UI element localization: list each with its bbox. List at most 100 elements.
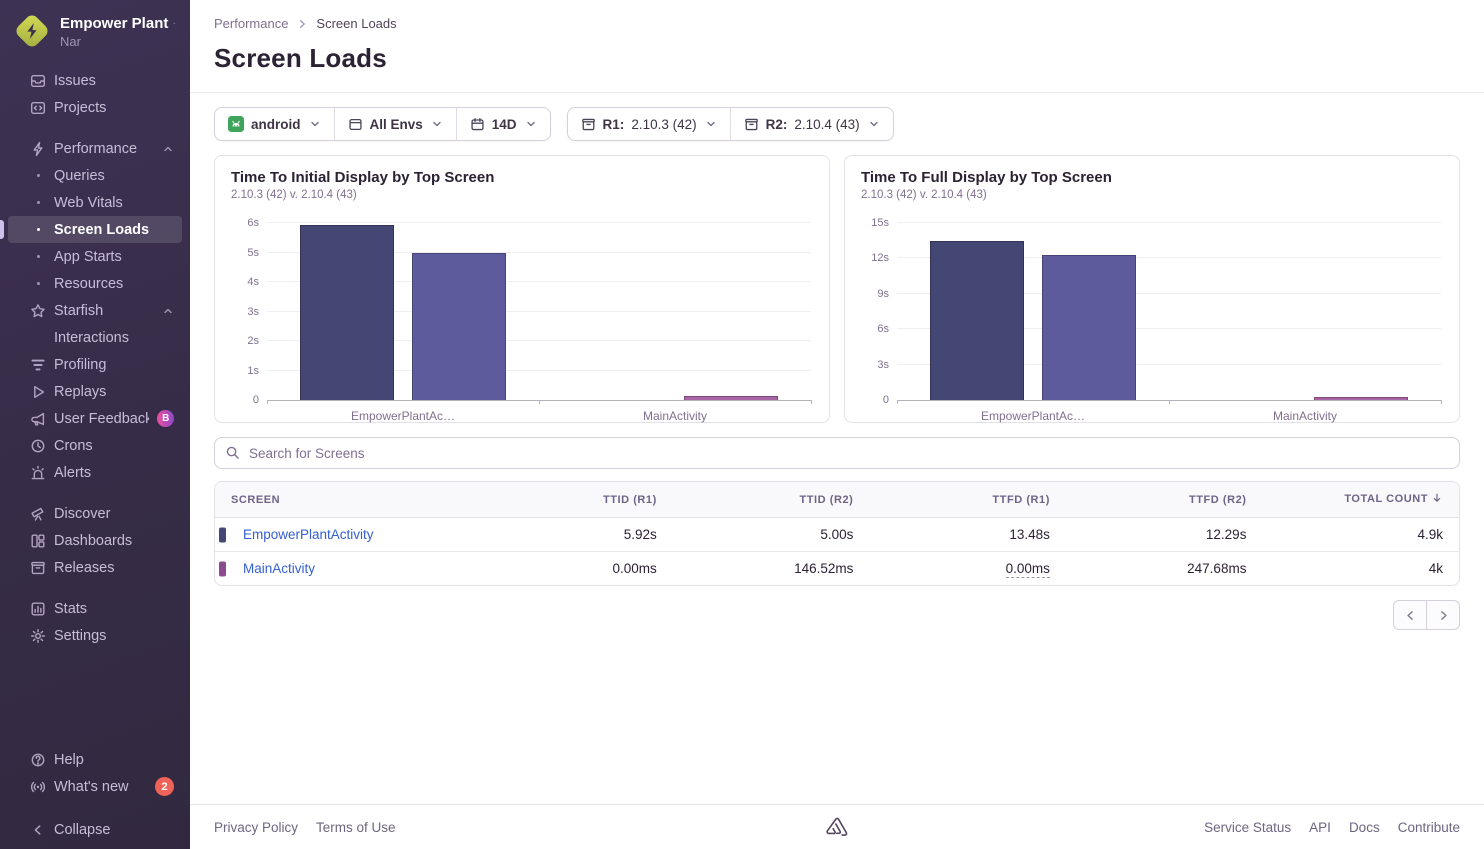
column-header-ttid-r2[interactable]: TTID (R2) — [673, 482, 870, 518]
table-row: EmpowerPlantActivity5.92s5.00s13.48s12.2… — [215, 518, 1459, 552]
sidebar-item-performance[interactable]: Performance — [8, 135, 182, 162]
sidebar-item-interactions[interactable]: Interactions — [8, 324, 182, 351]
screen-cell: EmpowerPlantActivity — [215, 518, 476, 552]
x-axis-tick — [811, 400, 812, 404]
x-axis-tick — [1441, 400, 1442, 404]
calendar-icon — [470, 117, 485, 132]
help-icon — [30, 752, 46, 768]
date-range-filter[interactable]: 14D — [456, 108, 550, 140]
sidebar-item-resources[interactable]: Resources — [8, 270, 182, 297]
dot — [37, 174, 40, 177]
footer-link-terms-of-use[interactable]: Terms of Use — [316, 820, 396, 835]
environment-filter[interactable]: All Envs — [334, 108, 456, 140]
sidebar-item-label: Profiling — [54, 357, 174, 373]
sidebar-item-settings[interactable]: Settings — [8, 622, 182, 649]
org-switcher[interactable]: Empower Plant Nar — [0, 0, 190, 57]
sidebar-item-label: Dashboards — [54, 533, 174, 549]
sidebar-item-stats[interactable]: Stats — [8, 595, 182, 622]
ttid-chart-plot: 01s2s3s4s5s6sEmpowerPlantAc…MainActivity — [267, 223, 811, 401]
breadcrumb-performance[interactable]: Performance — [214, 16, 288, 31]
footer-link-api[interactable]: API — [1309, 820, 1331, 835]
column-header-ttfd-r2[interactable]: TTFD (R2) — [1066, 482, 1263, 518]
sidebar-item-projects[interactable]: Projects — [8, 94, 182, 121]
sidebar-item-alerts[interactable]: Alerts — [8, 459, 182, 486]
pagination — [214, 600, 1460, 630]
x-axis-category-label: EmpowerPlantAc… — [351, 409, 455, 423]
sidebar-item-help[interactable]: Help — [8, 746, 182, 773]
column-header-total-count[interactable]: Total Count — [1262, 482, 1459, 518]
sidebar-item-profiling[interactable]: Profiling — [8, 351, 182, 378]
sidebar-item-releases[interactable]: Releases — [8, 554, 182, 581]
chevron-down-icon — [868, 118, 880, 130]
sidebar-item-web-vitals[interactable]: Web Vitals — [8, 189, 182, 216]
y-axis-tick-label: 3s — [229, 306, 259, 318]
bar-empowerplantac-r1[interactable] — [930, 241, 1024, 400]
footer-link-contribute[interactable]: Contribute — [1398, 820, 1460, 835]
screens-table-card: ScreenTTID (R1)TTID (R2)TTFD (R1)TTFD (R… — [214, 481, 1460, 586]
ttfd-chart-card: Time To Full Display by Top Screen 2.10.… — [844, 155, 1460, 423]
whats-new-count-badge: 2 — [155, 777, 174, 796]
release-secondary-filter[interactable]: R2: 2.10.4 (43) — [730, 108, 893, 140]
footer-link-privacy-policy[interactable]: Privacy Policy — [214, 820, 298, 835]
footer-link-service-status[interactable]: Service Status — [1204, 820, 1291, 835]
sidebar-item-queries[interactable]: Queries — [8, 162, 182, 189]
bar-empowerplantac-r2[interactable] — [412, 253, 506, 401]
bullet-dot — [30, 174, 46, 177]
sidebar-item-dashboards[interactable]: Dashboards — [8, 527, 182, 554]
sidebar-item-label: Settings — [54, 628, 174, 644]
release-primary-value: 2.10.3 (42) — [631, 117, 696, 132]
tooltip-value[interactable]: 0.00ms — [1006, 561, 1050, 578]
search-input[interactable] — [214, 437, 1460, 469]
pagination-next-button[interactable] — [1426, 600, 1460, 630]
bullet-dot — [30, 282, 46, 285]
sidebar-item-crons[interactable]: Crons — [8, 432, 182, 459]
sidebar-item-label: App Starts — [54, 249, 174, 265]
charts-row: Time To Initial Display by Top Screen 2.… — [214, 155, 1460, 423]
column-header-screen[interactable]: Screen — [215, 482, 476, 518]
collapse-button[interactable]: Collapse — [8, 816, 182, 843]
search-icon — [225, 445, 240, 460]
sidebar-item-label: Queries — [54, 168, 174, 184]
chevron-down-icon — [525, 118, 537, 130]
sidebar-item-screen-loads[interactable]: Screen Loads — [8, 216, 182, 243]
release-primary-filter[interactable]: R1: 2.10.3 (42) — [568, 108, 730, 140]
project-filter[interactable]: android — [215, 108, 334, 140]
sidebar-item-discover[interactable]: Discover — [8, 500, 182, 527]
column-header-ttfd-r1[interactable]: TTFD (R1) — [869, 482, 1066, 518]
sidebar-item-label: Starfish — [54, 303, 162, 319]
sidebar-item-label: Releases — [54, 560, 174, 576]
star-icon — [30, 303, 46, 319]
sidebar-item-app-starts[interactable]: App Starts — [8, 243, 182, 270]
bar-empowerplantac-r1[interactable] — [300, 225, 394, 400]
dot — [37, 255, 40, 258]
chevron-down-icon — [173, 18, 176, 29]
pagination-prev-button[interactable] — [1393, 600, 1427, 630]
sidebar-item-label: Crons — [54, 438, 174, 454]
sidebar-item-starfish[interactable]: Starfish — [8, 297, 182, 324]
dot — [37, 201, 40, 204]
sidebar-item-issues[interactable]: Issues — [8, 67, 182, 94]
x-axis-tick — [1169, 400, 1170, 404]
screen-link[interactable]: MainActivity — [243, 561, 315, 576]
main-spacer — [190, 630, 1484, 804]
sidebar-item-replays[interactable]: Replays — [8, 378, 182, 405]
sidebar-item-user-feedback[interactable]: User FeedbackB — [8, 405, 182, 432]
release-secondary-value: 2.10.4 (43) — [794, 117, 859, 132]
org-name: Empower Plant — [60, 15, 168, 32]
sidebar-nav: IssuesProjects Performance Queries Web Vita… — [0, 57, 190, 649]
sidebar-item-label: Discover — [54, 506, 174, 522]
bar-mainactivity-r2[interactable] — [684, 396, 778, 400]
chevron-down-icon — [309, 118, 321, 130]
screen-link[interactable]: EmpowerPlantActivity — [243, 527, 374, 542]
release-icon — [581, 117, 596, 132]
column-header-ttid-r1[interactable]: TTID (R1) — [476, 482, 673, 518]
collapse-label: Collapse — [54, 822, 174, 838]
sidebar-item-label: Alerts — [54, 465, 174, 481]
sidebar-item-what-s-new[interactable]: What's new2 — [8, 773, 182, 800]
footer-link-docs[interactable]: Docs — [1349, 820, 1380, 835]
bar-empowerplantac-r2[interactable] — [1042, 255, 1136, 400]
release-filter-group: R1: 2.10.3 (42) R2: 2.10.4 (43) — [567, 107, 894, 141]
x-axis-tick — [897, 400, 898, 404]
bar-mainactivity-r2[interactable] — [1314, 397, 1408, 400]
environment-filter-label: All Envs — [370, 117, 423, 132]
